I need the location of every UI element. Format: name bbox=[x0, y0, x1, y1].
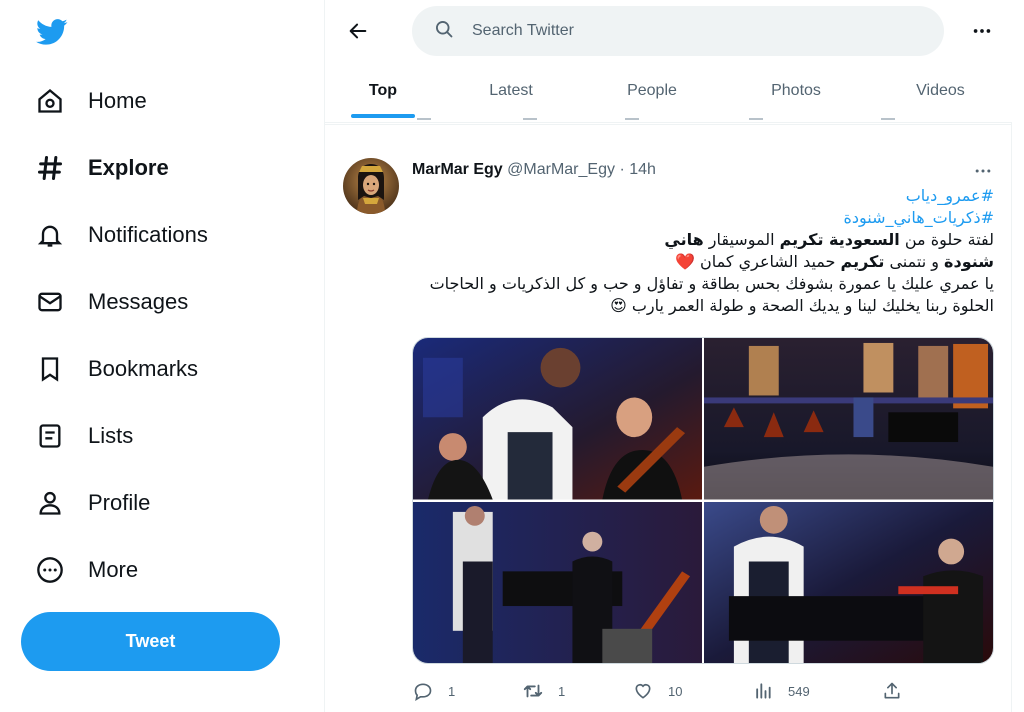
bold-run: هاني bbox=[664, 230, 704, 249]
reply-count: 1 bbox=[448, 683, 456, 699]
reply-button[interactable]: 1 bbox=[412, 680, 522, 702]
hashtag-icon bbox=[36, 154, 64, 182]
tweet-button[interactable]: Tweet bbox=[21, 612, 280, 671]
tweet-media-grid bbox=[412, 337, 994, 664]
text-run: حميد الشاعري كمان bbox=[694, 252, 841, 271]
bookmark-icon bbox=[36, 355, 64, 383]
share-button[interactable] bbox=[882, 680, 912, 702]
retweet-button[interactable]: 1 bbox=[522, 680, 632, 702]
hashtag-link[interactable]: #ذكريات_هاني_شنودة bbox=[412, 207, 994, 229]
sidebar-item-home[interactable]: Home bbox=[22, 74, 161, 128]
bell-icon bbox=[36, 221, 64, 249]
heart-emoji: ❤️ bbox=[675, 252, 695, 271]
sidebar-item-explore[interactable]: Explore bbox=[22, 141, 183, 195]
back-arrow-icon[interactable] bbox=[341, 14, 375, 48]
like-button[interactable]: 10 bbox=[632, 680, 752, 702]
text-run: و نتمنى bbox=[884, 252, 945, 271]
previous-tweet-actions-sliver bbox=[325, 112, 1012, 122]
tweet-line: شنودة و نتمنى تكريم حميد الشاعري كمان ❤️ bbox=[412, 251, 994, 273]
twitter-logo-icon[interactable] bbox=[34, 16, 70, 48]
sidebar-item-label: Lists bbox=[88, 423, 134, 448]
retweet-icon bbox=[522, 680, 544, 702]
tab-label: People bbox=[627, 82, 677, 99]
heart-eyes-emoji: 😍 bbox=[610, 296, 627, 315]
avatar[interactable] bbox=[343, 158, 399, 214]
sidebar-item-label: Bookmarks bbox=[88, 356, 199, 381]
tab-label: Top bbox=[368, 82, 398, 99]
list-icon bbox=[36, 422, 64, 450]
reply-icon bbox=[412, 680, 434, 702]
sidebar-item-profile[interactable]: Profile bbox=[22, 476, 164, 530]
tweet-photo[interactable] bbox=[704, 501, 993, 663]
tweet-author-handle[interactable]: @MarMar_Egy bbox=[507, 161, 615, 178]
tweet-author-name[interactable]: MarMar Egy bbox=[412, 161, 503, 178]
sidebar-item-label: Explore bbox=[88, 155, 169, 180]
text-run: الموسيقار bbox=[703, 230, 780, 249]
tab-label: Latest bbox=[489, 82, 533, 99]
bold-run: شنودة bbox=[944, 252, 994, 271]
tweet-photo[interactable] bbox=[704, 338, 993, 500]
tweet-line: لفتة حلوة من السعودية تكريم الموسيقار ها… bbox=[412, 229, 994, 251]
tweet-photo[interactable] bbox=[413, 338, 702, 500]
share-icon bbox=[882, 680, 902, 702]
views-button[interactable]: 549 bbox=[752, 680, 882, 702]
tab-label: Photos bbox=[771, 82, 821, 99]
explore-header: Top Latest People Photos Videos bbox=[325, 0, 1012, 123]
search-box[interactable] bbox=[412, 6, 944, 56]
bold-run: السعودية تكريم bbox=[779, 230, 900, 249]
tweet-header: MarMar Egy @MarMar_Egy · 14h bbox=[412, 161, 656, 179]
sidebar-item-label: More bbox=[88, 557, 139, 582]
like-count: 10 bbox=[668, 683, 683, 699]
search-input[interactable] bbox=[472, 22, 912, 40]
tweet-line: الحلوة ربنا يخليك لينا و يديك الصحة و طو… bbox=[412, 295, 994, 317]
view-count: 549 bbox=[788, 683, 810, 699]
search-icon bbox=[434, 19, 454, 44]
more-horizontal-icon[interactable] bbox=[965, 14, 999, 48]
text-run: الحلوة ربنا يخليك لينا و يديك الصحة و طو… bbox=[626, 296, 994, 315]
sidebar-item-label: Profile bbox=[88, 490, 151, 515]
person-icon bbox=[36, 489, 64, 517]
sidebar: Home Explore Notifications Messages Book… bbox=[0, 0, 325, 712]
tweet-text: #عمرو_دياب #ذكريات_هاني_شنودة لفتة حلوة … bbox=[412, 185, 994, 317]
tweet-actions: 1 1 10 549 bbox=[412, 678, 912, 704]
analytics-icon bbox=[752, 680, 774, 702]
tweet[interactable]: MarMar Egy @MarMar_Egy · 14h #عمرو_دياب … bbox=[325, 124, 1012, 712]
sidebar-item-lists[interactable]: Lists bbox=[22, 409, 147, 463]
heart-icon bbox=[632, 680, 654, 702]
separator-dot: · bbox=[619, 161, 625, 178]
sidebar-item-label: Home bbox=[88, 88, 147, 113]
main-column: Top Latest People Photos Videos bbox=[325, 0, 1012, 712]
sidebar-item-label: Notifications bbox=[88, 222, 208, 247]
sidebar-item-label: Messages bbox=[88, 289, 189, 314]
tab-label: Videos bbox=[916, 82, 965, 99]
more-circle-icon bbox=[36, 556, 64, 584]
bold-run: تكريم bbox=[840, 252, 885, 271]
retweet-count: 1 bbox=[558, 683, 566, 699]
twitter-app: Home Explore Notifications Messages Book… bbox=[0, 0, 1024, 712]
sidebar-item-messages[interactable]: Messages bbox=[22, 275, 202, 329]
sidebar-item-bookmarks[interactable]: Bookmarks bbox=[22, 342, 212, 396]
envelope-icon bbox=[36, 288, 64, 316]
tweet-more-icon[interactable] bbox=[969, 159, 997, 183]
home-icon bbox=[36, 87, 64, 115]
sidebar-item-notifications[interactable]: Notifications bbox=[22, 208, 222, 262]
tweet-line: يا عمري عليك يا عمورة بشوفك بحس بطاقة و … bbox=[429, 274, 994, 293]
tweet-timestamp[interactable]: 14h bbox=[629, 161, 656, 178]
sidebar-item-more[interactable]: More bbox=[22, 543, 152, 597]
tweet-photo[interactable] bbox=[413, 501, 702, 663]
text-run: لفتة حلوة من bbox=[899, 230, 994, 249]
hashtag-link[interactable]: #عمرو_دياب bbox=[412, 185, 994, 207]
